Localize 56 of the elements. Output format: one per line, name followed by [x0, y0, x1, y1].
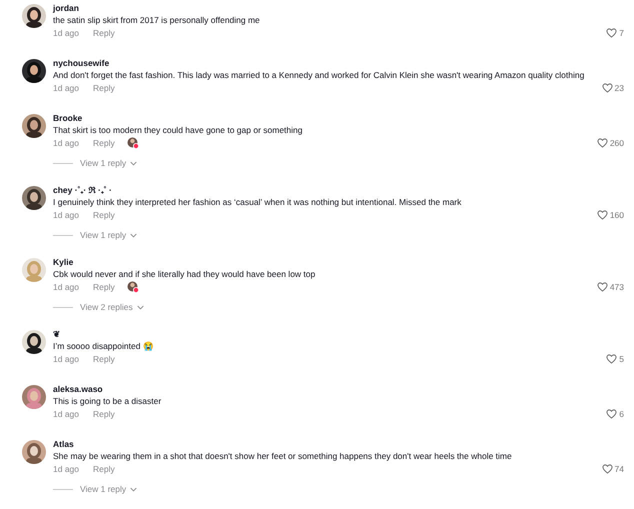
timestamp: 1d ago [53, 282, 79, 292]
reply-link[interactable]: Reply [93, 409, 115, 419]
like-count: 7 [619, 28, 624, 38]
timestamp: 1d ago [53, 28, 79, 38]
view-replies-link[interactable]: View 1 reply [80, 158, 126, 168]
username[interactable]: jordan [53, 2, 624, 14]
reply-link[interactable]: Reply [93, 354, 115, 364]
timestamp: 1d ago [53, 464, 79, 474]
comment-text: And don't forget the fast fashion. This lady was married to a Kennedy and worked for Calvin Klein she wasn't wearing Amazon quality clothing [53, 69, 586, 81]
username[interactable]: Kylie [53, 256, 624, 268]
comment-text: She may be wearing them in a shot that doesn't show her feet or something happens they don't wear heels the whole time [53, 450, 513, 462]
chevron-down-icon[interactable] [130, 486, 138, 492]
timestamp: 1d ago [53, 138, 79, 148]
like-count: 5 [619, 354, 624, 364]
like-count: 260 [610, 138, 624, 148]
heart-icon[interactable] [602, 83, 613, 93]
username[interactable]: chey ·˚₊· ℜ ·₊˚ · [53, 184, 624, 196]
username[interactable]: aleksa.waso [53, 383, 624, 395]
timestamp: 1d ago [53, 83, 79, 93]
reply-link[interactable]: Reply [93, 83, 115, 93]
like-count: 473 [610, 282, 624, 292]
reply-link[interactable]: Reply [93, 464, 115, 474]
reply-link[interactable]: Reply [93, 138, 115, 148]
like-count: 23 [614, 83, 624, 93]
view-replies-link[interactable]: View 1 reply [80, 484, 126, 494]
reply-link[interactable]: Reply [93, 28, 115, 38]
like-count: 160 [610, 210, 624, 220]
view-replies-link[interactable]: View 2 replies [80, 302, 133, 312]
timestamp: 1d ago [53, 409, 79, 419]
comment-text: This is going to be a disaster [53, 395, 162, 407]
chevron-down-icon[interactable] [136, 304, 144, 310]
timestamp: 1d ago [53, 354, 79, 364]
heart-icon[interactable] [596, 210, 608, 220]
heart-icon[interactable] [606, 28, 618, 38]
comment-text: I’m soooo disappointed 😭 [53, 340, 155, 352]
chevron-down-icon[interactable] [130, 232, 138, 238]
reply-link[interactable]: Reply [93, 282, 115, 292]
like-count: 74 [614, 464, 624, 474]
username[interactable]: Atlas [53, 438, 624, 450]
username[interactable]: nychousewife [53, 57, 624, 69]
comment-text: That skirt is too modern they could have gone to gap or something [53, 124, 304, 136]
comment-text: I genuinely think they interpreted her fashion as ‘casual’ when it was nothing but intentional. Missed the mark [53, 196, 462, 208]
heart-icon[interactable] [602, 464, 613, 474]
reply-link[interactable]: Reply [93, 210, 115, 220]
comment-text: the satin slip skirt from 2017 is personally offending me [53, 14, 261, 26]
heart-icon[interactable] [596, 138, 608, 148]
heart-icon[interactable] [606, 354, 618, 364]
heart-icon[interactable] [596, 282, 608, 292]
view-replies-link[interactable]: View 1 reply [80, 230, 126, 240]
like-count: 6 [619, 409, 624, 419]
heart-icon[interactable] [606, 409, 618, 419]
comment-text: Cbk would never and if she literally had they would have been low top [53, 268, 316, 280]
chevron-down-icon[interactable] [130, 160, 138, 166]
username[interactable]: ❦ [53, 328, 624, 340]
timestamp: 1d ago [53, 210, 79, 220]
username[interactable]: Brooke [53, 112, 624, 124]
